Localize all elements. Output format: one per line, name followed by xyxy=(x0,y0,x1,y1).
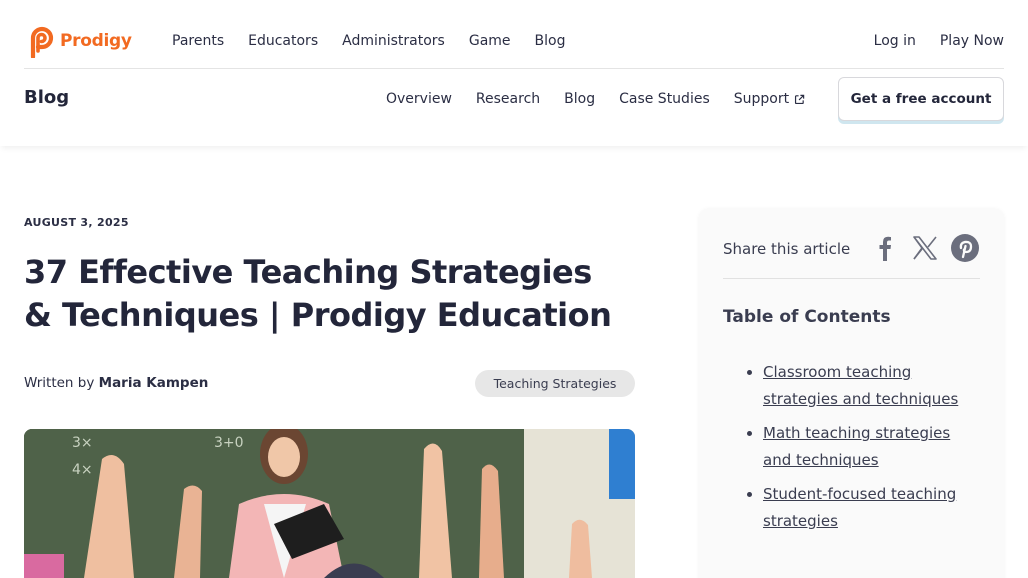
toc-link-math[interactable]: Math teaching strategies and techniques xyxy=(763,424,950,469)
author-name[interactable]: Maria Kampen xyxy=(99,375,209,391)
subnav-case-studies[interactable]: Case Studies xyxy=(619,91,710,107)
subnav-support[interactable]: Support xyxy=(734,91,805,107)
subnav-support-label: Support xyxy=(733,91,790,107)
share-icons xyxy=(870,233,980,263)
share-section: Share this article xyxy=(723,233,980,279)
toc-item: Classroom teaching strategies and techni… xyxy=(763,359,977,413)
blog-subnav: Overview Research Blog Case Studies Supp… xyxy=(386,91,805,107)
toc-link-classroom[interactable]: Classroom teaching strategies and techni… xyxy=(763,363,958,408)
sub-navigation: Blog Overview Research Blog Case Studies… xyxy=(0,70,1028,146)
toc-item: Student-focused teaching strategies xyxy=(763,481,977,535)
pinterest-icon[interactable] xyxy=(950,233,980,263)
toc-link-student-focused[interactable]: Student-focused teaching strategies xyxy=(763,485,956,530)
nav-blog[interactable]: Blog xyxy=(535,33,566,49)
svg-text:3+0: 3+0 xyxy=(214,435,244,451)
subnav-overview[interactable]: Overview xyxy=(386,91,452,107)
nav-parents[interactable]: Parents xyxy=(172,33,224,49)
hero-image: 3× 4× 3+0 xyxy=(24,429,635,578)
facebook-icon[interactable] xyxy=(870,233,900,263)
subnav-blog[interactable]: Blog xyxy=(564,91,595,107)
article-date: AUGUST 3, 2025 xyxy=(24,216,129,229)
x-icon[interactable] xyxy=(910,233,940,263)
share-label: Share this article xyxy=(723,240,851,258)
svg-text:4×: 4× xyxy=(72,462,93,478)
article-title: 37 Effective Teaching Strategies & Techn… xyxy=(24,253,612,334)
prodigy-logo-icon xyxy=(30,26,54,58)
main-nav: Parents Educators Administrators Game Bl… xyxy=(172,33,566,49)
classroom-photo: 3× 4× 3+0 xyxy=(24,429,635,578)
table-of-contents: Classroom teaching strategies and techni… xyxy=(763,359,977,542)
article-author: Written by Maria Kampen xyxy=(24,375,208,391)
nav-educators[interactable]: Educators xyxy=(248,33,318,49)
play-now-link[interactable]: Play Now xyxy=(940,33,1004,49)
external-link-icon xyxy=(795,94,805,104)
nav-game[interactable]: Game xyxy=(469,33,511,49)
toc-item: Math teaching strategies and techniques xyxy=(763,420,977,474)
top-navigation: Prodigy Parents Educators Administrators… xyxy=(24,0,1004,69)
prodigy-logo[interactable]: Prodigy xyxy=(24,24,132,58)
article-sidebar: Share this article Table of Contents Cla… xyxy=(699,209,1004,578)
category-tag[interactable]: Teaching Strategies xyxy=(475,370,635,397)
svg-text:3×: 3× xyxy=(72,435,93,451)
logo-wordmark: Prodigy xyxy=(60,31,132,51)
author-prefix: Written by xyxy=(24,375,99,391)
subnav-research[interactable]: Research xyxy=(476,91,540,107)
login-link[interactable]: Log in xyxy=(874,33,916,49)
nav-administrators[interactable]: Administrators xyxy=(342,33,445,49)
toc-title: Table of Contents xyxy=(723,307,891,327)
section-title[interactable]: Blog xyxy=(24,87,69,108)
get-free-account-button[interactable]: Get a free account xyxy=(838,77,1004,121)
account-nav: Log in Play Now xyxy=(874,33,1004,49)
